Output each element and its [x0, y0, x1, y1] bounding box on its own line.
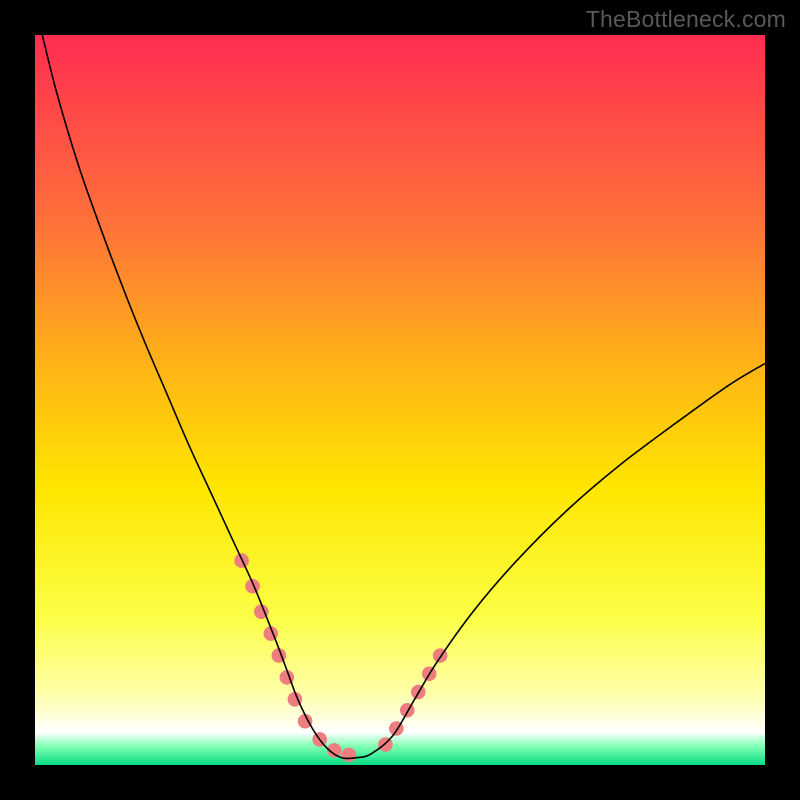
plot-area	[35, 35, 765, 765]
chart-svg	[35, 35, 765, 765]
marker-dot	[341, 747, 356, 762]
chart-frame: TheBottleneck.com	[0, 0, 800, 800]
marker-dot	[400, 702, 415, 717]
chart-background-gradient	[35, 35, 765, 765]
watermark-text: TheBottleneck.com	[586, 6, 786, 33]
